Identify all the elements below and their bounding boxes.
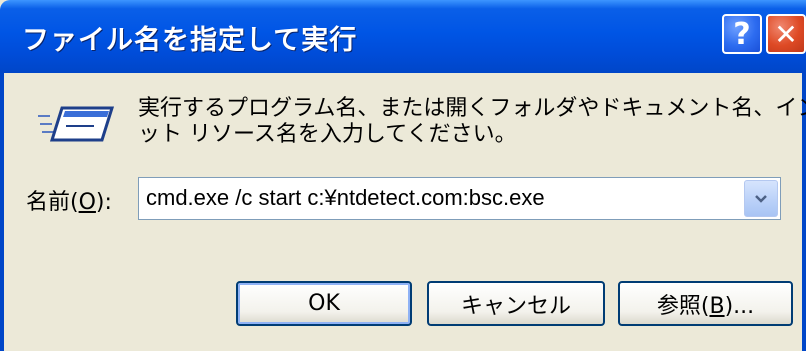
- help-icon: ?: [733, 16, 751, 52]
- description-line-1: 実行するプログラム名、または開くフォルダやドキュメント名、インターネ: [138, 96, 806, 121]
- chevron-down-icon: [755, 194, 767, 203]
- run-dialog: ファイル名を指定して実行 ? ✕ 実行するプログラム名、または開くフォルダやドキ…: [0, 0, 806, 351]
- browse-button[interactable]: 参照(B)...: [618, 281, 793, 326]
- ok-button-label: OK: [308, 291, 340, 316]
- title-bar[interactable]: ファイル名を指定して実行 ? ✕: [0, 0, 806, 73]
- close-icon: ✕: [774, 17, 798, 51]
- cancel-button[interactable]: キャンセル: [427, 281, 605, 326]
- name-label: 名前(O):: [26, 190, 112, 215]
- browse-button-label: 参照(B)...: [656, 293, 755, 319]
- cancel-button-label: キャンセル: [460, 293, 571, 319]
- description-line-2: ット リソース名を入力してください。: [138, 122, 517, 147]
- description-text: 実行するプログラム名、または開くフォルダやドキュメント名、インターネ ット リソ…: [138, 96, 806, 148]
- window-title: ファイル名を指定して実行: [22, 25, 358, 56]
- close-button[interactable]: ✕: [766, 14, 806, 54]
- run-icon: [38, 106, 114, 142]
- command-combobox[interactable]: cmd.exe /c start c:¥ntdetect.com:bsc.exe: [138, 177, 781, 220]
- command-input[interactable]: cmd.exe /c start c:¥ntdetect.com:bsc.exe: [146, 185, 545, 211]
- ok-button[interactable]: OK: [236, 281, 412, 326]
- help-button[interactable]: ?: [722, 14, 762, 54]
- dropdown-button[interactable]: [744, 180, 778, 217]
- window-border-left: [0, 73, 4, 351]
